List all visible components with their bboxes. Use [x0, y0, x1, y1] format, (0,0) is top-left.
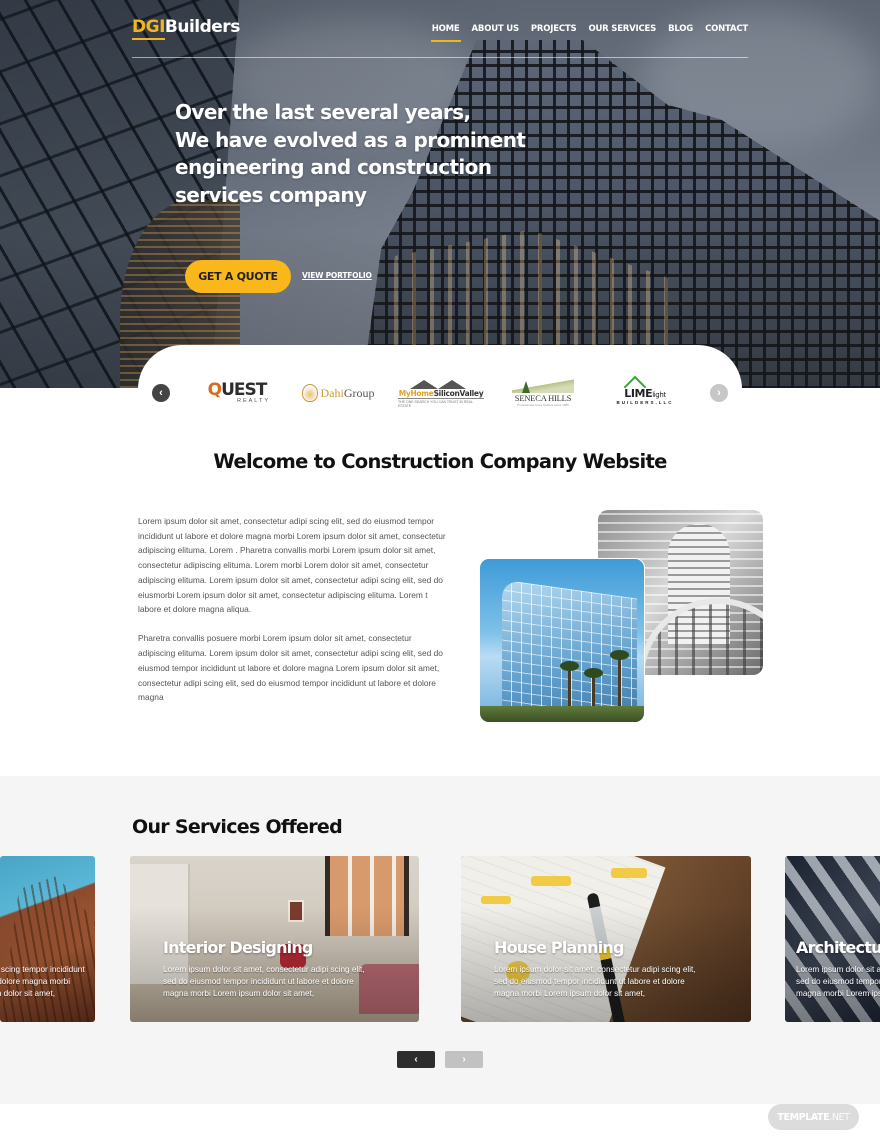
hero-headline-line: We have evolved as a prominent: [175, 127, 526, 152]
nav-home[interactable]: HOME: [430, 24, 461, 42]
view-portfolio-link[interactable]: VIEW PORTFOLIO: [302, 271, 372, 280]
service-card-title: House Planning: [494, 938, 624, 957]
service-card-text: ectetur adipi scing tempor incididunt ut…: [0, 965, 85, 998]
chevron-right-icon: ›: [717, 387, 721, 399]
service-card-title: Interior Designing: [163, 938, 313, 957]
chevron-left-icon: ‹: [414, 1054, 418, 1065]
photo-ground: [480, 706, 644, 722]
seneca-wordmark: SENECA HILLS: [514, 393, 572, 403]
hero-headline-line: engineering and construction: [175, 155, 492, 179]
quest-subtitle: REALTY: [237, 397, 270, 404]
services-section: Our Services Offered ectetur adipi scing…: [0, 776, 880, 1104]
service-card-text: Lorem ipsum dolor sit amet, consectetur …: [494, 965, 696, 998]
template-net-watermark: TEMPLATE .NET: [768, 1104, 859, 1130]
get-a-quote-button[interactable]: GET A QUOTE: [185, 260, 291, 293]
service-card-house-planning[interactable]: House Planning Lorem ipsum dolor sit ame…: [461, 856, 751, 1022]
top-navigation: DGIBuilders HOME ABOUT US PROJECTS OUR S…: [132, 0, 748, 58]
service-card-text: Lorem ipsum dolor sit amet, consectetur …: [163, 965, 365, 998]
limelight-subtitle: BUILDERS.LLC: [616, 399, 674, 405]
nav-blog[interactable]: BLOG: [668, 24, 693, 40]
partner-logo-dahi-group[interactable]: DahiGroup: [296, 375, 380, 411]
nav-about-us[interactable]: ABOUT US: [472, 24, 520, 40]
partner-logo-myhome-siliconvalley[interactable]: MyHomeSiliconValley THE ONE SEARCH YOU C…: [398, 375, 484, 411]
service-card-title: Architecture: [796, 938, 880, 957]
services-prev-button[interactable]: ‹: [397, 1051, 435, 1068]
service-card-partial-left[interactable]: ectetur adipi scing tempor incididunt ut…: [0, 856, 95, 1022]
partner-logo-limelight-builders[interactable]: LIMElight BUILDERS.LLC: [610, 375, 680, 411]
service-card-interior-designing[interactable]: Interior Designing Lorem ipsum dolor sit…: [130, 856, 419, 1022]
services-next-button[interactable]: ›: [445, 1051, 483, 1068]
myhome-wordmark: MyHomeSiliconValley: [398, 388, 484, 398]
hero-headline: Over the last several years, We have evo…: [175, 99, 526, 209]
partners-next-button[interactable]: ›: [710, 384, 728, 402]
welcome-heading: Welcome to Construction Company Website: [213, 450, 667, 473]
welcome-paragraph: Pharetra convallis posuere morbi Lorem i…: [138, 633, 443, 703]
house-roof-icon: [404, 379, 478, 389]
hero-headline-line: services company: [175, 182, 367, 207]
service-card-architecture[interactable]: Architecture Lorem ipsum dolor sit amet,…: [785, 856, 880, 1022]
chevron-left-icon: ‹: [159, 387, 163, 399]
partner-logos-strip: ‹ QQUESTUEST REALTY DahiGroup MyHomeSili…: [138, 345, 742, 425]
seneca-tagline: Professional home builders since 1985: [517, 403, 569, 407]
service-card-text: Lorem ipsum dolor sit amet, consectetur …: [796, 965, 880, 998]
nav-contact[interactable]: CONTACT: [705, 24, 748, 40]
welcome-photo-glass-building: [479, 558, 645, 723]
services-heading: Our Services Offered: [132, 816, 343, 838]
welcome-body: Lorem ipsum dolor sit amet, consectetur …: [138, 514, 448, 719]
limelight-wordmark: LIMElight: [624, 382, 666, 400]
nav-projects[interactable]: PROJECTS: [531, 24, 577, 40]
main-menu: HOME ABOUT US PROJECTS OUR SERVICES BLOG…: [430, 24, 748, 42]
logo-text: Builders: [164, 17, 240, 37]
partner-logo-seneca-hills[interactable]: SENECA HILLS Professional home builders …: [508, 375, 578, 411]
brand-logo[interactable]: DGIBuilders: [132, 17, 240, 40]
watermark-thin: .NET: [829, 1111, 850, 1123]
myhome-tagline: THE ONE SEARCH YOU CAN TRUST IN REAL EST…: [398, 397, 484, 408]
hills-tree-icon: [512, 379, 574, 393]
chevron-right-icon: ›: [462, 1054, 466, 1065]
partners-prev-button[interactable]: ‹: [152, 384, 170, 402]
dahi-wordmark: DahiGroup: [320, 385, 375, 400]
welcome-paragraph: Lorem ipsum dolor sit amet, consectetur …: [138, 516, 446, 615]
hero-headline-line: Over the last several years,: [175, 100, 471, 124]
hero-banner: DGIBuilders HOME ABOUT US PROJECTS OUR S…: [0, 0, 880, 388]
logo-accent: DGI: [132, 17, 165, 40]
quest-wordmark: QQUESTUEST: [207, 379, 268, 400]
watermark-bold: TEMPLATE: [777, 1111, 830, 1123]
photo-bridge-shape: [638, 598, 763, 675]
partner-logo-quest-realty[interactable]: QQUESTUEST REALTY: [200, 375, 274, 411]
nav-our-services[interactable]: OUR SERVICES: [588, 24, 656, 40]
dahi-emblem-icon: [301, 384, 318, 402]
